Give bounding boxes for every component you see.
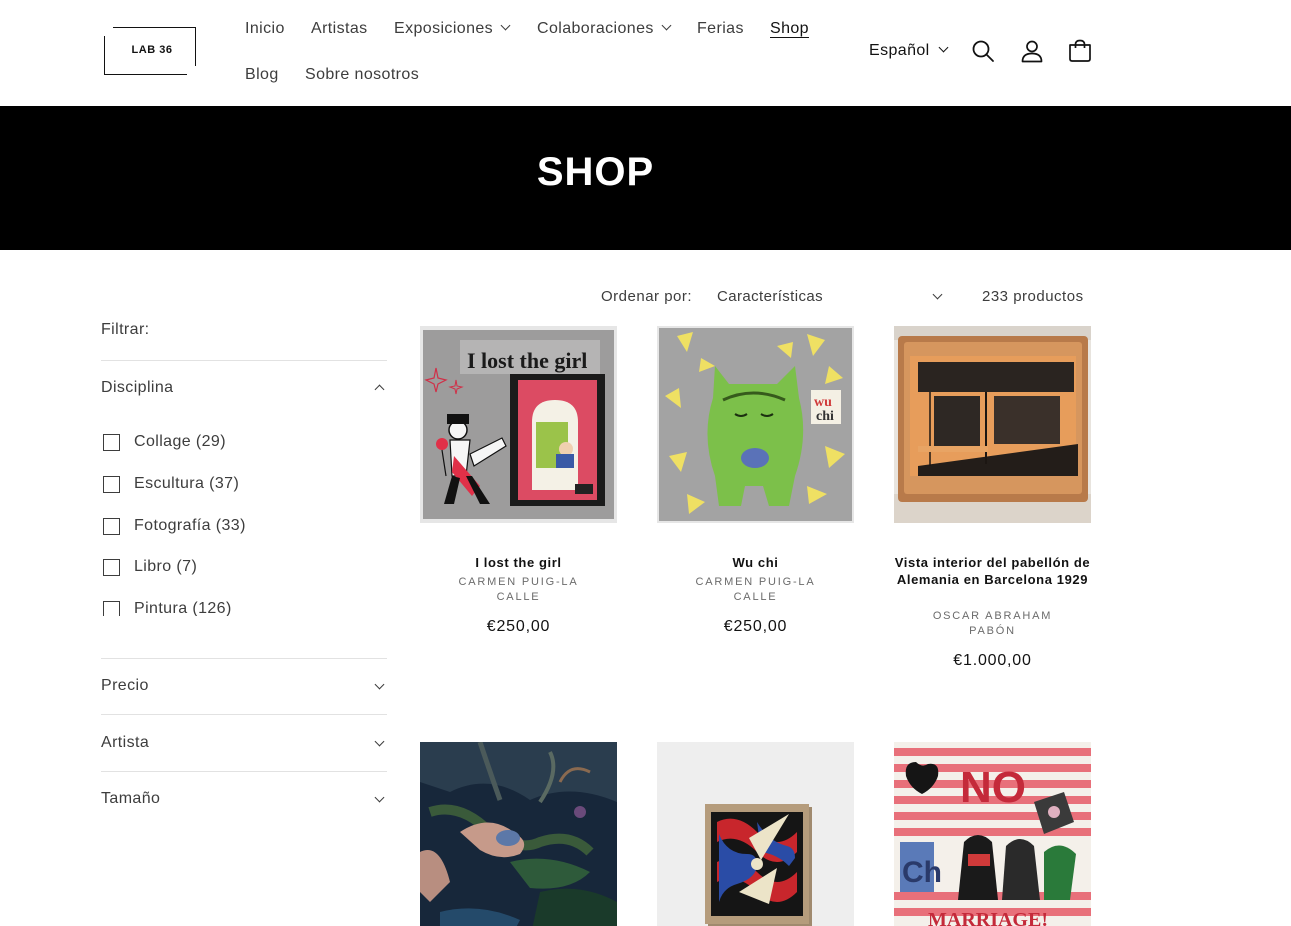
logo-notch xyxy=(103,26,113,36)
logo-notch xyxy=(187,66,197,76)
nav-item-artistas[interactable]: Artistas xyxy=(311,20,368,38)
product-image[interactable]: NO Ch MARRIAGE! xyxy=(894,742,1091,926)
product-vendor: Oscar Abraham Pabón xyxy=(932,610,1053,637)
product-vendor: Carmen Puig-La Calle xyxy=(458,576,579,603)
product-card[interactable]: NO Ch MARRIAGE! xyxy=(894,742,1091,926)
chevron-down-icon xyxy=(500,20,511,31)
scroll-clip xyxy=(101,616,387,630)
nav-label: Ferias xyxy=(697,20,744,37)
nav-item-colaboraciones[interactable]: Colaboraciones xyxy=(537,20,672,38)
artwork-no-marriage: NO Ch MARRIAGE! xyxy=(894,742,1091,926)
chevron-down-icon xyxy=(932,289,943,300)
svg-text:Ch: Ch xyxy=(902,856,942,889)
site-header: LAB 36 Inicio Artistas Exposiciones Cola… xyxy=(0,0,1291,106)
svg-text:chi: chi xyxy=(816,409,834,424)
search-icon[interactable] xyxy=(970,38,996,64)
nav-label: Exposiciones xyxy=(394,20,494,37)
chevron-down-icon[interactable] xyxy=(374,792,385,803)
checkbox[interactable] xyxy=(103,476,120,493)
page-title: SHOP xyxy=(536,150,655,194)
nav-item-inicio[interactable]: Inicio xyxy=(245,20,285,38)
language-selector[interactable]: Español xyxy=(869,42,949,60)
product-card[interactable]: I lost the girl I lost the girl Carmen P… xyxy=(420,326,617,646)
nav-label: Blog xyxy=(245,66,279,83)
nav-label: Inicio xyxy=(245,20,285,37)
cart-icon[interactable] xyxy=(1067,38,1093,64)
nav-label: Artistas xyxy=(311,20,368,37)
checkbox[interactable] xyxy=(103,518,120,535)
nav-item-ferias[interactable]: Ferias xyxy=(697,20,744,38)
nav-item-sobre-nosotros[interactable]: Sobre nosotros xyxy=(305,66,419,84)
chevron-up-icon[interactable] xyxy=(374,384,385,395)
product-image[interactable] xyxy=(657,742,854,926)
site-logo[interactable]: LAB 36 xyxy=(103,26,198,77)
facet-disciplina-toggle[interactable]: Disciplina xyxy=(101,379,173,397)
collection-banner: SHOP xyxy=(0,106,1291,250)
filter-option-label: Libro (7) xyxy=(134,558,198,575)
product-count: 233 productos xyxy=(982,288,1084,305)
sort-select[interactable]: Características xyxy=(717,288,945,308)
artwork-forest-figures xyxy=(420,742,617,926)
facet-artista-toggle[interactable]: Artista xyxy=(101,734,149,752)
product-card[interactable]: Vista interior del pabellón de Alemania … xyxy=(894,326,1091,680)
sort-label: Ordenar por: xyxy=(601,288,693,305)
product-image[interactable] xyxy=(894,326,1091,523)
product-title[interactable]: I lost the girl xyxy=(420,554,617,571)
artwork-pabellon xyxy=(894,326,1091,523)
facet-title: Tamaño xyxy=(101,790,161,807)
product-image[interactable]: I lost the girl xyxy=(420,326,617,523)
artwork-i-lost-the-girl: I lost the girl xyxy=(420,326,617,523)
product-price: €250,00 xyxy=(723,618,788,635)
product-card[interactable] xyxy=(420,742,617,926)
svg-text:MARRIAGE!: MARRIAGE! xyxy=(928,909,1048,926)
divider xyxy=(101,658,387,659)
product-image[interactable]: wu chi xyxy=(657,326,854,523)
divider xyxy=(101,771,387,772)
checkbox[interactable] xyxy=(103,559,120,576)
logo-text: LAB 36 xyxy=(131,44,173,56)
account-icon[interactable] xyxy=(1019,38,1045,64)
product-price: €250,00 xyxy=(486,618,551,635)
language-label: Español xyxy=(869,42,930,59)
divider xyxy=(101,714,387,715)
facet-title: Artista xyxy=(101,734,150,751)
chevron-down-icon[interactable] xyxy=(374,736,385,747)
filter-heading: Filtrar: xyxy=(101,321,150,338)
product-vendor: Carmen Puig-La Calle xyxy=(695,576,816,603)
facet-tamano-toggle[interactable]: Tamaño xyxy=(101,790,160,808)
checkbox[interactable] xyxy=(103,434,120,451)
artwork-wu-chi: wu chi xyxy=(657,326,854,523)
nav-item-exposiciones[interactable]: Exposiciones xyxy=(394,20,511,38)
svg-text:NO: NO xyxy=(960,763,1026,812)
artwork-geometric-knot xyxy=(657,742,854,926)
svg-text:wu: wu xyxy=(814,395,832,410)
divider xyxy=(101,360,387,361)
facet-title: Disciplina xyxy=(101,379,174,396)
facet-precio-toggle[interactable]: Precio xyxy=(101,677,149,695)
product-card[interactable] xyxy=(657,742,854,926)
facet-title: Precio xyxy=(101,677,149,694)
product-card[interactable]: wu chi Wu chi Carmen Puig-La Calle €250,… xyxy=(657,326,854,646)
nav-item-blog[interactable]: Blog xyxy=(245,66,279,84)
chevron-down-icon xyxy=(938,42,949,53)
product-price: €1.000,00 xyxy=(953,652,1032,669)
chevron-down-icon xyxy=(661,20,672,31)
filter-option-label: Escultura (37) xyxy=(134,475,240,492)
filter-option-label: Collage (29) xyxy=(134,433,226,450)
product-image[interactable] xyxy=(420,742,617,926)
product-title[interactable]: Vista interior del pabellón de Alemania … xyxy=(894,554,1091,588)
sort-selected-value: Características xyxy=(717,288,824,305)
nav-label: Shop xyxy=(770,20,809,37)
filter-option-label: Fotografía (33) xyxy=(134,517,246,534)
chevron-down-icon[interactable] xyxy=(374,679,385,690)
svg-text:I lost the girl: I lost the girl xyxy=(467,348,587,373)
nav-label: Sobre nosotros xyxy=(305,66,420,83)
product-title[interactable]: Wu chi xyxy=(657,554,854,571)
nav-label: Colaboraciones xyxy=(537,20,654,37)
nav-item-shop[interactable]: Shop xyxy=(770,20,809,38)
